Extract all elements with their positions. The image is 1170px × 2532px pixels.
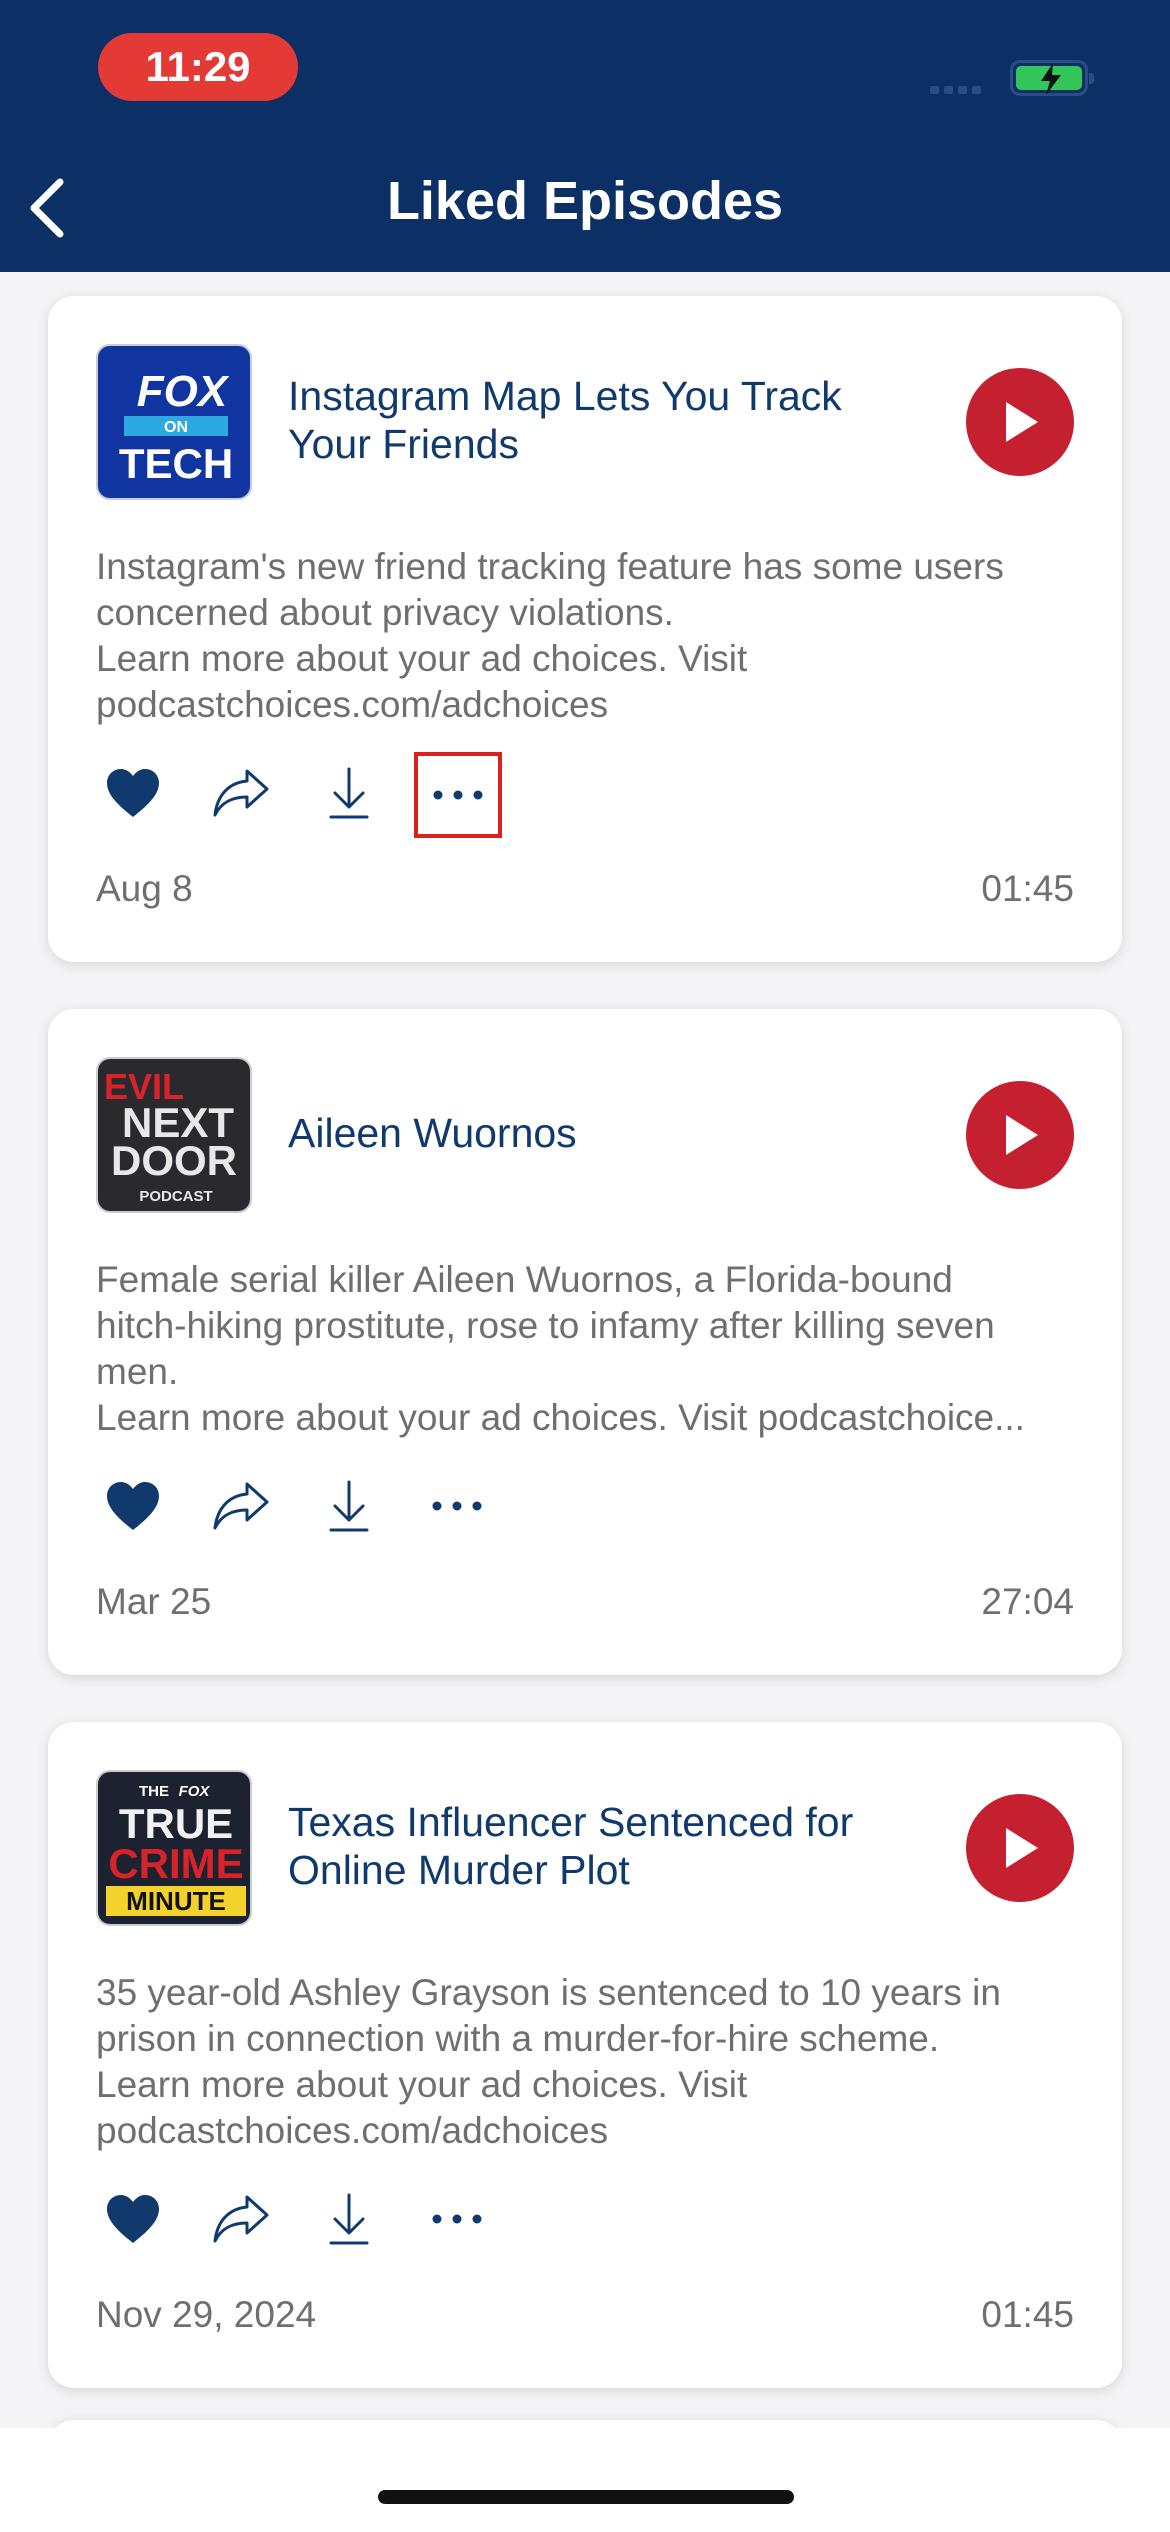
share-button[interactable] — [204, 756, 278, 830]
episode-duration: 01:45 — [981, 868, 1074, 909]
share-icon — [213, 2195, 269, 2243]
like-button[interactable] — [96, 2182, 170, 2256]
share-button[interactable] — [204, 2182, 278, 2256]
play-button[interactable] — [966, 1081, 1074, 1189]
episode-actions — [96, 1469, 556, 1543]
play-icon — [1006, 402, 1038, 442]
download-icon — [329, 1480, 369, 1532]
more-icon — [433, 790, 483, 800]
battery-icon — [1010, 60, 1094, 96]
play-button[interactable] — [966, 368, 1074, 476]
status-time: 11:29 — [98, 33, 298, 101]
podcast-artwork-true-crime-minute: THE FOX TRUE CRIME MINUTE — [96, 1770, 252, 1926]
play-icon — [1006, 1828, 1038, 1868]
heart-icon — [107, 2195, 159, 2243]
episode-title[interactable]: Texas Influencer Sentenced for Online Mu… — [288, 1798, 908, 1894]
download-icon — [329, 767, 369, 819]
share-icon — [213, 1482, 269, 1530]
more-options-button[interactable] — [420, 2182, 494, 2256]
play-icon — [1006, 1115, 1038, 1155]
episode-date: Mar 25 — [96, 1581, 212, 1622]
more-icon — [432, 1501, 482, 1511]
episode-title[interactable]: Aileen Wuornos — [288, 1109, 908, 1157]
home-indicator[interactable] — [378, 2490, 794, 2504]
episode-actions — [96, 752, 556, 838]
episode-title[interactable]: Instagram Map Lets You Track Your Friend… — [288, 372, 908, 468]
more-icon — [432, 2214, 482, 2224]
more-options-button[interactable] — [414, 752, 502, 838]
episode-card[interactable]: FOX ON TECH Instagram Map Lets You Track… — [48, 296, 1122, 962]
podcast-artwork-fox-on-tech: FOX ON TECH — [96, 344, 252, 500]
page-title: Liked Episodes — [386, 171, 784, 231]
episode-date: Aug 8 — [96, 868, 193, 909]
cellular-signal-icon — [930, 80, 990, 94]
episode-card[interactable]: THE FOX TRUE CRIME MINUTE Texas Influenc… — [48, 1722, 1122, 2388]
artwork-text: FOX — [137, 367, 230, 416]
heart-icon — [107, 769, 159, 817]
download-button[interactable] — [312, 1469, 386, 1543]
app-header: 11:29 Liked Episodes — [0, 0, 1170, 272]
episode-actions — [96, 2182, 556, 2256]
artwork-text: CRIME — [108, 1840, 243, 1887]
artwork-text: PODCAST — [139, 1188, 212, 1205]
like-button[interactable] — [96, 756, 170, 830]
artwork-text: MINUTE — [126, 1886, 226, 1916]
episode-date: Nov 29, 2024 — [96, 2294, 317, 2335]
episode-description: Instagram's new friend tracking feature … — [96, 546, 1004, 725]
artwork-text: DOOR — [111, 1137, 237, 1184]
episode-duration: 27:04 — [981, 1581, 1074, 1622]
artwork-text: ON — [164, 419, 188, 436]
share-icon — [213, 769, 269, 817]
like-button[interactable] — [96, 1469, 170, 1543]
download-button[interactable] — [312, 2182, 386, 2256]
artwork-text: FOX — [179, 1783, 211, 1800]
episode-duration: 01:45 — [981, 2294, 1074, 2335]
episode-description: Female serial killer Aileen Wuornos, a F… — [96, 1259, 1025, 1438]
more-options-button[interactable] — [420, 1469, 494, 1543]
download-button[interactable] — [312, 756, 386, 830]
play-button[interactable] — [966, 1794, 1074, 1902]
download-icon — [329, 2193, 369, 2245]
podcast-artwork-evil-next-door: EVIL NEXT DOOR PODCAST — [96, 1057, 252, 1213]
bottom-safe-area — [0, 2428, 1170, 2532]
episode-card[interactable]: EVIL NEXT DOOR PODCAST Aileen Wuornos Fe… — [48, 1009, 1122, 1675]
episode-description: 35 year-old Ashley Grayson is sentenced … — [96, 1972, 1001, 2151]
artwork-text: THE — [139, 1783, 169, 1800]
share-button[interactable] — [204, 1469, 278, 1543]
heart-icon — [107, 1482, 159, 1530]
artwork-text: TECH — [119, 440, 233, 487]
